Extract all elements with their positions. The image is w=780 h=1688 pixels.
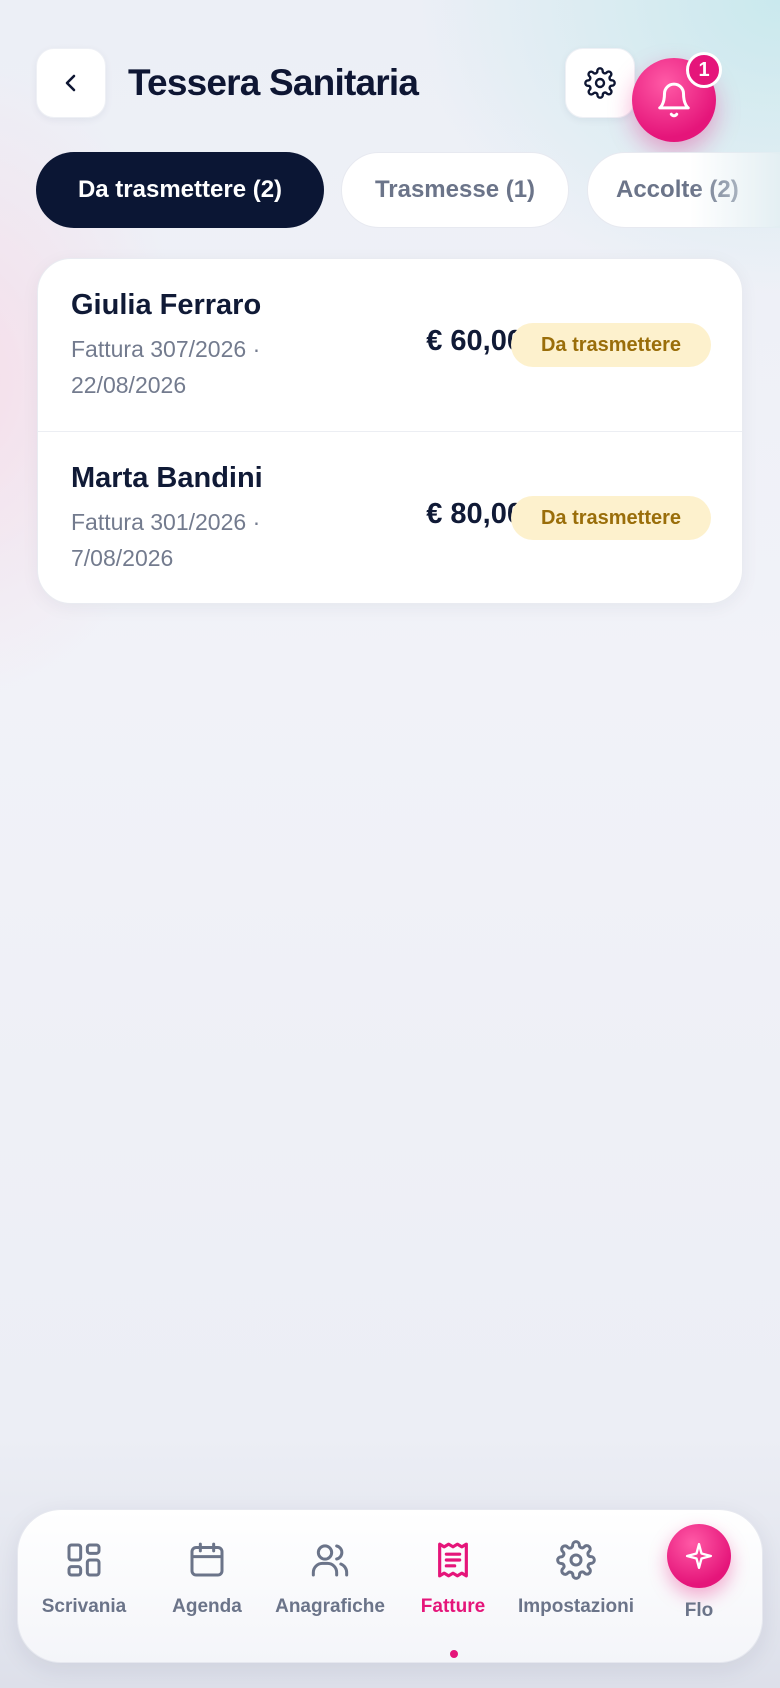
nav-item-flo[interactable]: Flo — [637, 1524, 761, 1638]
nav-label: Anagrafiche — [275, 1596, 385, 1617]
page-title: Tessera Sanitaria — [128, 62, 419, 103]
invoice-meta: Fattura 307/2026 · 22/08/2026 — [71, 336, 261, 398]
chevron-left-icon — [65, 74, 76, 92]
patient-name: Giulia Ferraro — [71, 289, 262, 321]
tab-trasmesse[interactable]: Trasmesse (1) — [341, 152, 569, 228]
nav-item-anagrafiche[interactable]: Anagrafiche — [268, 1538, 392, 1638]
nav-item-agenda[interactable]: Agenda — [145, 1538, 269, 1638]
nav-label: Fatture — [420, 1596, 486, 1617]
status-badge: Da trasmettere — [511, 496, 711, 540]
bell-icon — [658, 82, 690, 118]
active-indicator — [450, 1650, 458, 1658]
calendar-icon — [190, 1542, 224, 1577]
invoice-row[interactable]: Giulia Ferraro Fattura 307/2026 · 22/08/… — [38, 259, 742, 432]
nav-item-fatture[interactable]: Fatture — [391, 1538, 515, 1658]
invoice-amount: € 80,00 — [426, 498, 523, 530]
nav-label: Impostazioni — [517, 1596, 635, 1617]
invoice-list: Giulia Ferraro Fattura 307/2026 · 22/08/… — [37, 258, 743, 604]
back-button[interactable] — [36, 48, 106, 118]
tabs-scroll-fade — [690, 152, 780, 228]
receipt-icon — [438, 1542, 468, 1578]
invoice-row[interactable]: Marta Bandini Fattura 301/2026 · 7/08/20… — [38, 432, 742, 603]
filter-tabs: Da trasmettere (2) Trasmesse (1) Accolte… — [36, 152, 780, 228]
invoice-amount: € 60,00 — [426, 325, 523, 357]
settings-button[interactable] — [565, 48, 635, 118]
tab-da-trasmettere[interactable]: Da trasmettere (2) — [36, 152, 324, 228]
nav-label: Agenda — [172, 1596, 242, 1617]
notification-badge: 1 — [686, 52, 722, 88]
nav-item-impostazioni[interactable]: Impostazioni — [514, 1538, 638, 1638]
flo-assistant-button[interactable] — [667, 1524, 731, 1588]
nav-label: Scrivania — [41, 1596, 127, 1617]
patient-name: Marta Bandini — [71, 462, 263, 494]
nav-item-scrivania[interactable]: Scrivania — [22, 1538, 146, 1638]
grid-icon — [67, 1543, 101, 1577]
gear-icon — [584, 67, 616, 99]
status-badge: Da trasmettere — [511, 323, 711, 367]
bottom-navigation: Scrivania Agenda Anagrafiche Fatture Imp… — [17, 1509, 763, 1663]
users-icon — [311, 1544, 349, 1577]
gear-icon — [556, 1540, 596, 1580]
sparkle-icon — [685, 1542, 713, 1570]
nav-label: Flo — [684, 1600, 714, 1621]
invoice-meta: Fattura 301/2026 · 7/08/2026 — [71, 509, 261, 571]
